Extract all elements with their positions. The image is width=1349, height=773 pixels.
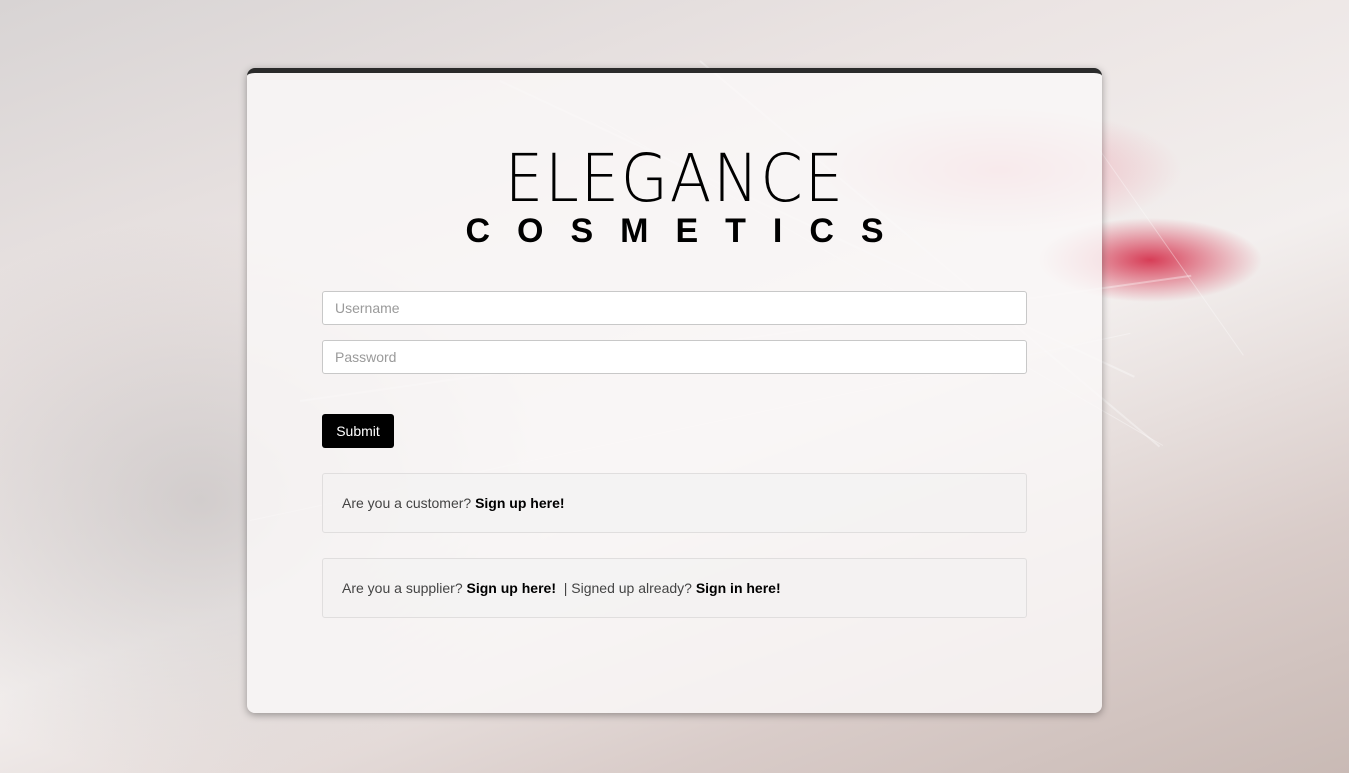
submit-button[interactable]: Submit <box>322 414 394 448</box>
customer-prompt: Are you a customer? <box>342 495 476 511</box>
logo-wordmark-top: ELEGANCE <box>504 140 845 217</box>
username-input[interactable] <box>322 291 1027 325</box>
logo-wordmark-bottom: COSMETICS <box>465 212 911 250</box>
customer-signup-panel: Are you a customer? Sign up here! <box>322 473 1027 533</box>
supplier-prompt: Are you a supplier? <box>342 580 467 596</box>
supplier-signup-link[interactable]: Sign up here! <box>467 580 556 596</box>
supplier-panel: Are you a supplier? Sign up here! | Sign… <box>322 558 1027 618</box>
customer-signup-link[interactable]: Sign up here! <box>475 495 564 511</box>
brand-logo: ELEGANCE COSMETICS <box>247 140 1102 250</box>
signin-prompt: | Signed up already? <box>555 580 696 596</box>
login-card: ELEGANCE COSMETICS Submit Are you a cust… <box>247 68 1102 713</box>
password-input[interactable] <box>322 340 1027 374</box>
supplier-signin-link[interactable]: Sign in here! <box>696 580 781 596</box>
